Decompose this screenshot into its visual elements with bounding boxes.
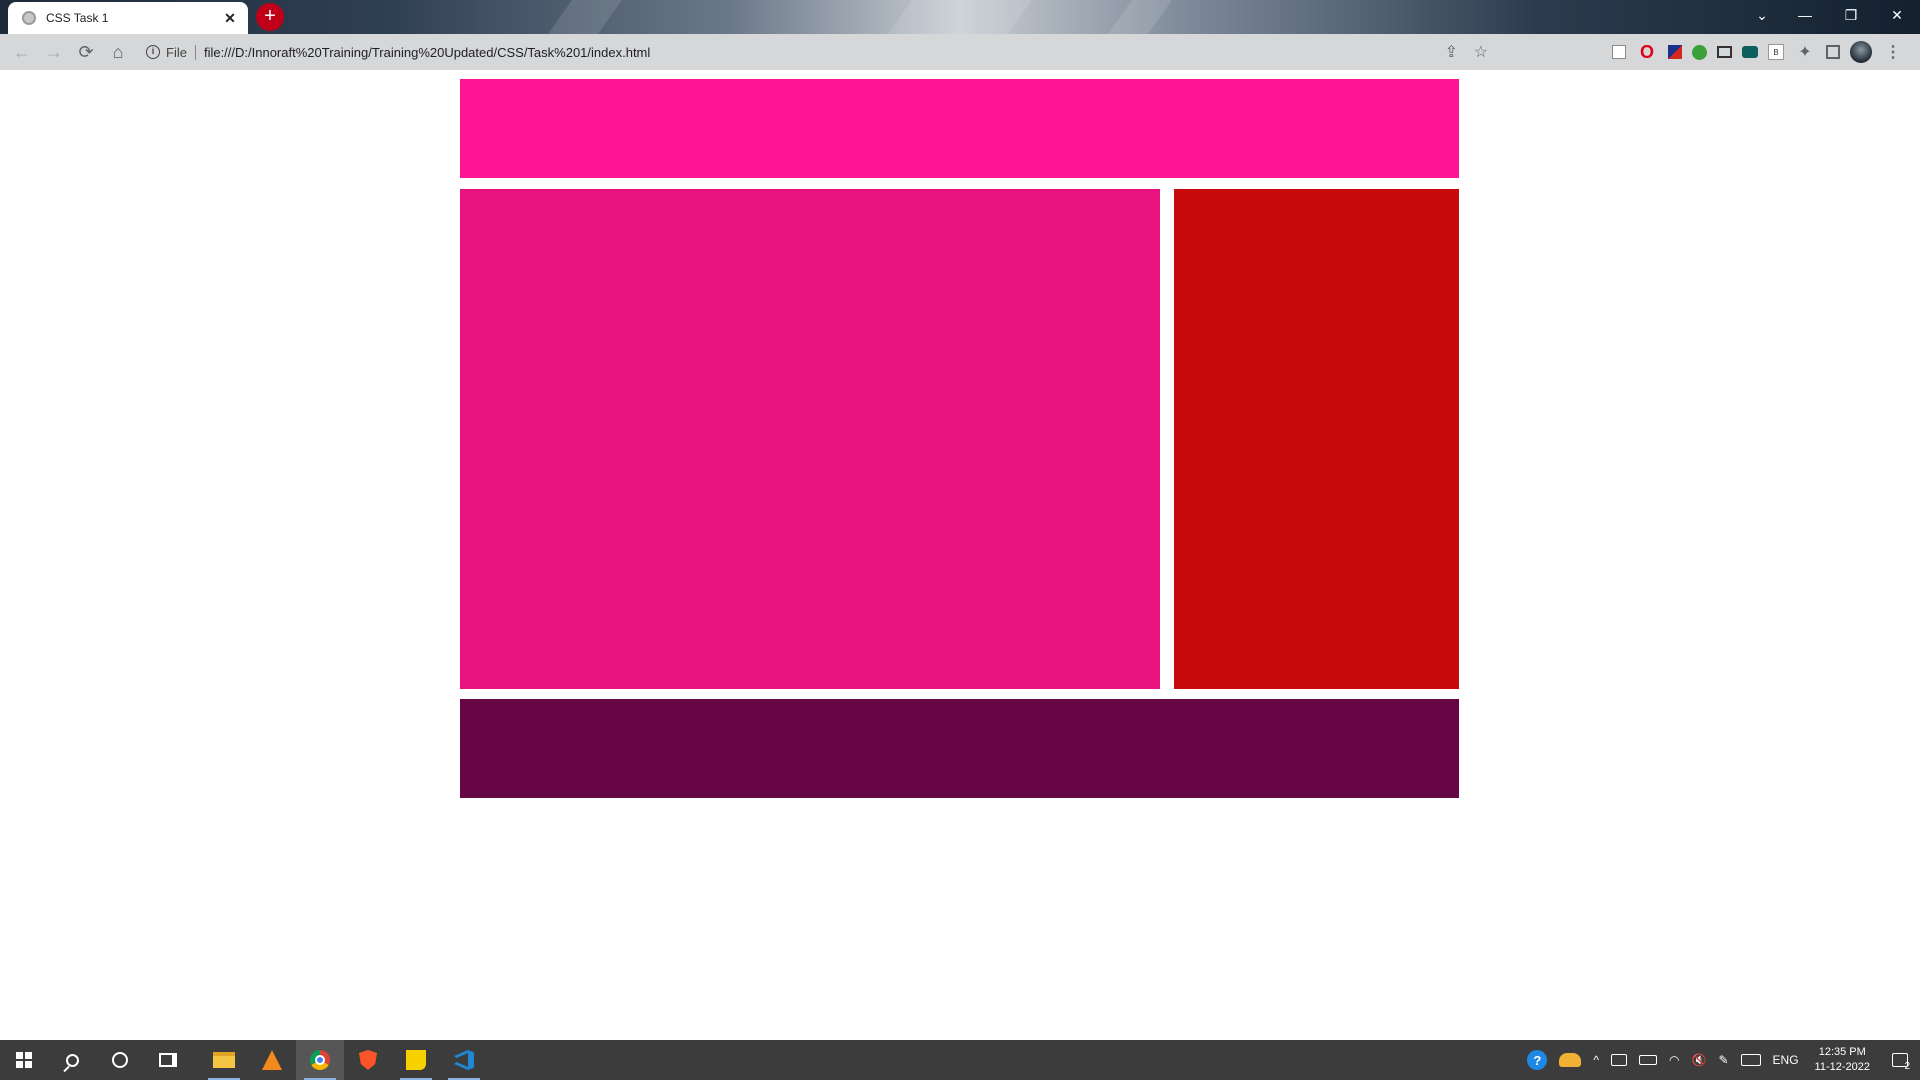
browser-tab-strip: CSS Task 1 ✕ + ⌄ — ❐ ✕: [0, 0, 1920, 34]
tab-search-icon[interactable]: ⌄: [1742, 0, 1782, 30]
close-window-button[interactable]: ✕: [1874, 0, 1920, 30]
taskbar: ? ^ ◠ 🔇 ✎ ENG 12:35 PM 11-12-2022 2: [0, 1040, 1920, 1080]
task-view-button[interactable]: [144, 1040, 192, 1080]
volume-button[interactable]: 🔇: [1686, 1040, 1713, 1080]
task-view-icon: [159, 1053, 177, 1067]
picture-in-picture-icon[interactable]: [1717, 46, 1732, 58]
vscode-icon: [454, 1050, 474, 1070]
wifi-icon: ◠: [1669, 1053, 1680, 1067]
sticky-note-icon: [406, 1050, 426, 1070]
header-block: [460, 79, 1459, 178]
reload-button[interactable]: ⟳: [70, 36, 102, 68]
action-center-button[interactable]: 2: [1880, 1040, 1920, 1080]
back-button[interactable]: ←: [6, 36, 38, 68]
bookmark-star-icon[interactable]: ☆: [1474, 42, 1488, 62]
brave-lion-icon: [359, 1050, 377, 1070]
cortana-button[interactable]: [96, 1040, 144, 1080]
burger-icon: [1559, 1053, 1582, 1067]
monitor-icon: [1611, 1054, 1628, 1066]
vlc-cone-icon: [262, 1050, 282, 1070]
profile-avatar[interactable]: [1850, 41, 1872, 63]
minimize-button[interactable]: —: [1782, 0, 1828, 30]
browser-menu-icon[interactable]: ⋮: [1882, 41, 1904, 63]
vscode-button[interactable]: [440, 1040, 488, 1080]
burger-app-button[interactable]: [1553, 1040, 1587, 1080]
keyboard-button[interactable]: [1735, 1040, 1767, 1080]
taskbar-search-button[interactable]: [48, 1040, 96, 1080]
scheme-label: File: [166, 44, 196, 60]
start-button[interactable]: [0, 1040, 48, 1080]
restore-button[interactable]: ❐: [1828, 0, 1874, 30]
chrome-button[interactable]: [296, 1040, 344, 1080]
search-icon: [65, 1053, 79, 1067]
screen-recorder-icon[interactable]: [1742, 46, 1758, 58]
main-block: [460, 189, 1160, 689]
help-icon: ?: [1527, 1050, 1548, 1070]
sticky-notes-button[interactable]: [392, 1040, 440, 1080]
nord-icon[interactable]: [1668, 45, 1682, 59]
windows-logo-icon: [16, 1052, 32, 1068]
opera-icon[interactable]: O: [1636, 41, 1658, 63]
clock[interactable]: 12:35 PM 11-12-2022: [1805, 1040, 1880, 1080]
extension-globe-icon[interactable]: [1692, 44, 1707, 60]
system-tray: ? ^ ◠ 🔇 ✎ ENG 12:35 PM 11-12-2022 2: [1521, 1040, 1920, 1080]
wifi-button[interactable]: ◠: [1663, 1040, 1685, 1080]
clock-date: 11-12-2022: [1814, 1061, 1870, 1073]
side-panel-icon[interactable]: [1826, 45, 1840, 59]
battery-button[interactable]: [1633, 1040, 1663, 1080]
keyboard-icon: [1740, 1054, 1761, 1066]
info-icon[interactable]: i: [146, 45, 160, 59]
cortana-icon: [112, 1052, 128, 1068]
help-button[interactable]: ?: [1521, 1040, 1553, 1080]
browser-toolbar: ← → ⟳ ⌂ i File file:///D:/Innoraft%20Tra…: [0, 34, 1920, 70]
file-explorer-button[interactable]: [200, 1040, 248, 1080]
network-settings-button[interactable]: [1605, 1040, 1633, 1080]
language-indicator[interactable]: ENG: [1767, 1040, 1805, 1080]
extension-shield-icon[interactable]: [1612, 45, 1626, 59]
tab-css-task-1[interactable]: CSS Task 1 ✕: [8, 2, 248, 34]
notification-count: 2: [1904, 1061, 1910, 1072]
globe-icon: [22, 11, 36, 25]
home-button[interactable]: ⌂: [102, 36, 134, 68]
address-bar[interactable]: i File file:///D:/Innoraft%20Training/Tr…: [140, 38, 1488, 66]
extension-b-icon[interactable]: B: [1768, 44, 1784, 60]
pen-button[interactable]: ✎: [1712, 1040, 1734, 1080]
chrome-icon: [310, 1050, 330, 1070]
clock-time: 12:35 PM: [1818, 1046, 1866, 1058]
vlc-button[interactable]: [248, 1040, 296, 1080]
forward-button[interactable]: →: [38, 36, 70, 68]
battery-icon: [1639, 1055, 1658, 1065]
pen-icon: ✎: [1718, 1053, 1729, 1067]
extensions-puzzle-icon[interactable]: ✦: [1794, 41, 1816, 63]
brave-button[interactable]: [344, 1040, 392, 1080]
footer-block: [460, 699, 1459, 798]
new-tab-button[interactable]: +: [256, 3, 284, 31]
url-text[interactable]: file:///D:/Innoraft%20Training/Training%…: [204, 45, 650, 60]
share-icon[interactable]: ⇪: [1445, 42, 1458, 62]
aside-block: [1174, 189, 1459, 689]
folder-icon: [213, 1052, 235, 1068]
tab-title: CSS Task 1: [46, 11, 109, 25]
show-hidden-icons-button[interactable]: ^: [1587, 1040, 1605, 1080]
extensions-bar: O B ✦ ⋮: [1612, 34, 1904, 70]
window-controls: ⌄ — ❐ ✕: [1742, 0, 1920, 30]
tab-close-icon[interactable]: ✕: [222, 10, 238, 27]
page-viewport: [0, 70, 1920, 1040]
